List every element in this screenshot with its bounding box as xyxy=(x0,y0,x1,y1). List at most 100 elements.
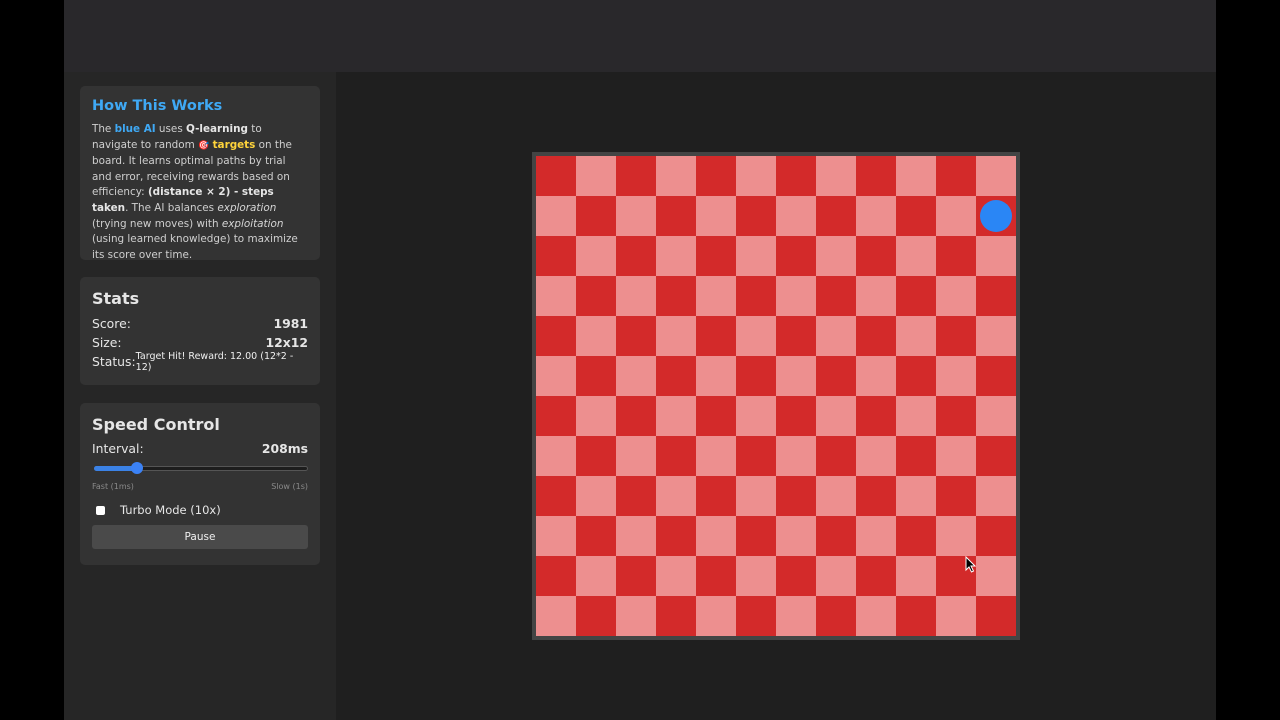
turbo-mode-checkbox[interactable] xyxy=(96,505,105,515)
board-cell xyxy=(776,556,816,596)
board-cell xyxy=(736,156,776,196)
turbo-mode-label[interactable]: Turbo Mode (10x) xyxy=(120,503,221,517)
status-label: Status: xyxy=(92,354,136,369)
board-cell xyxy=(776,516,816,556)
board-cell xyxy=(536,516,576,556)
speed-control-panel: Speed Control Interval: 208ms Fast (1ms)… xyxy=(80,403,320,565)
board-cell xyxy=(536,236,576,276)
board-cell xyxy=(536,396,576,436)
board-cell xyxy=(696,436,736,476)
board-cell xyxy=(576,556,616,596)
board-cell xyxy=(536,436,576,476)
board-cell xyxy=(696,476,736,516)
board-cell xyxy=(616,196,656,236)
board-cell xyxy=(896,476,936,516)
board-cell xyxy=(576,396,616,436)
board-cell xyxy=(616,596,656,636)
how-it-works-panel: How This Works The blue AI uses Q-learni… xyxy=(80,86,320,261)
interval-slider[interactable] xyxy=(94,462,308,476)
board-cell xyxy=(736,236,776,276)
game-board xyxy=(532,152,1020,640)
score-value: 1981 xyxy=(273,316,309,331)
board-cell xyxy=(816,516,856,556)
exploration-highlight: exploration xyxy=(217,201,277,214)
board-cell xyxy=(856,196,896,236)
board-cell xyxy=(776,596,816,636)
board-cell xyxy=(616,316,656,356)
board-cell xyxy=(576,436,616,476)
targets-highlight: targets xyxy=(212,138,256,151)
board-cell xyxy=(816,556,856,596)
app-window: How This Works The blue AI uses Q-learni… xyxy=(64,0,1216,720)
board-cell xyxy=(856,516,896,556)
board-cell xyxy=(656,556,696,596)
board-cell xyxy=(816,196,856,236)
board-cell xyxy=(736,436,776,476)
board-cell xyxy=(656,396,696,436)
board-cell xyxy=(936,196,976,236)
size-row: Size: 12x12 xyxy=(92,333,308,352)
board-cell xyxy=(976,476,1016,516)
board-cell xyxy=(816,236,856,276)
board-cell xyxy=(976,156,1016,196)
board-cell xyxy=(576,516,616,556)
board-cell xyxy=(656,356,696,396)
board-cell xyxy=(536,156,576,196)
board-cell xyxy=(976,596,1016,636)
turbo-mode-row[interactable]: Turbo Mode (10x) xyxy=(92,503,308,517)
board-cell xyxy=(856,276,896,316)
board-cell xyxy=(976,556,1016,596)
board-cell xyxy=(736,476,776,516)
board-cell xyxy=(896,436,936,476)
board-cell xyxy=(976,276,1016,316)
board-cell xyxy=(816,356,856,396)
board-cell xyxy=(736,316,776,356)
board-cell xyxy=(896,356,936,396)
board-cell xyxy=(776,436,816,476)
board-cell xyxy=(696,236,736,276)
board-cell xyxy=(856,356,896,396)
board-cell xyxy=(776,356,816,396)
board-cell xyxy=(656,476,696,516)
board-cell xyxy=(976,236,1016,276)
board-cell xyxy=(616,436,656,476)
fast-label: Fast (1ms) xyxy=(92,482,134,491)
board-cell xyxy=(816,316,856,356)
status-row: Status: Target Hit! Reward: 12.00 (12*2 … xyxy=(92,351,308,373)
board-cell xyxy=(776,276,816,316)
board-cell xyxy=(736,356,776,396)
board-cell xyxy=(536,556,576,596)
board-cell xyxy=(816,436,856,476)
board-cell xyxy=(696,276,736,316)
board-cell xyxy=(696,196,736,236)
interval-label: Interval: xyxy=(92,441,144,456)
board-cell xyxy=(736,556,776,596)
board-cell xyxy=(976,516,1016,556)
board-cell xyxy=(576,316,616,356)
board-cell xyxy=(656,436,696,476)
board-cell xyxy=(536,316,576,356)
board-cell xyxy=(616,356,656,396)
slider-thumb[interactable] xyxy=(130,462,143,474)
board-cell xyxy=(936,316,976,356)
mouse-cursor-icon xyxy=(965,556,977,573)
board-cell xyxy=(896,196,936,236)
board-cell xyxy=(936,236,976,276)
board-cell xyxy=(736,596,776,636)
board-cell xyxy=(776,196,816,236)
board-cell xyxy=(816,396,856,436)
size-value: 12x12 xyxy=(265,335,308,350)
board-cell xyxy=(736,396,776,436)
speed-control-title: Speed Control xyxy=(92,415,220,434)
board-cell xyxy=(576,356,616,396)
board-cell xyxy=(696,396,736,436)
board-cell xyxy=(816,276,856,316)
board-cell xyxy=(816,596,856,636)
board-cell xyxy=(896,516,936,556)
board-cell xyxy=(856,236,896,276)
stats-panel: Stats Score: 1981 Size: 12x12 Status: Ta… xyxy=(80,277,320,385)
board-cell xyxy=(936,276,976,316)
pause-button[interactable]: Pause xyxy=(92,525,308,549)
slow-label: Slow (1s) xyxy=(271,482,308,491)
board-cell xyxy=(696,516,736,556)
